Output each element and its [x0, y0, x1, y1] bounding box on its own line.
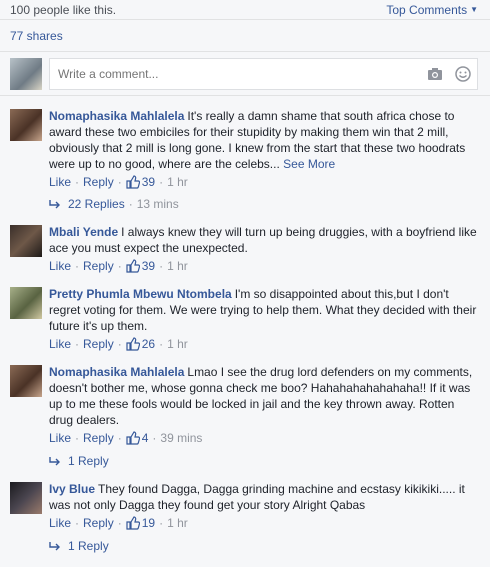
separator: ·: [117, 516, 122, 530]
comment-actions: Like · Reply · 4 · 39 mins: [49, 431, 478, 445]
separator: ·: [75, 516, 80, 530]
comment-actions: Like · Reply · 26 · 1 hr: [49, 337, 478, 351]
like-button[interactable]: Like: [49, 175, 71, 189]
emoji-icon[interactable]: [455, 65, 471, 82]
replies-count: 22 Replies: [68, 197, 125, 211]
reply-button[interactable]: Reply: [83, 259, 114, 273]
thumbs-up-icon: [126, 516, 140, 530]
separator: ·: [117, 431, 122, 445]
comment-item: Pretty Phumla Mbewu Ntombela I'm so disap…: [0, 286, 490, 351]
thumbs-up-icon: [126, 175, 140, 189]
see-more-link[interactable]: See More: [283, 157, 335, 171]
like-count[interactable]: 4: [126, 431, 149, 445]
reply-button[interactable]: Reply: [83, 175, 114, 189]
comment-time[interactable]: 39 mins: [160, 431, 202, 445]
comment-text: They found Dagga, Dagga grinding machine…: [49, 482, 465, 512]
separator: ·: [159, 337, 164, 351]
commenter-avatar[interactable]: [10, 225, 42, 257]
comment-item: Mbali Yende I always knew they will turn …: [0, 224, 490, 273]
replies-count: 1 Reply: [68, 539, 109, 553]
current-user-avatar: [10, 57, 42, 90]
reply-arrow-icon: [49, 542, 60, 551]
comment-text-block: Nomaphasika Mahlalela Lmao I see the drug…: [49, 364, 478, 428]
top-comments-label: Top Comments: [386, 2, 468, 17]
separator: ·: [75, 431, 80, 445]
separator: ·: [152, 431, 157, 445]
comment-text-block: Nomaphasika Mahlalela It's really a damn …: [49, 108, 478, 172]
like-button[interactable]: Like: [49, 259, 71, 273]
caret-down-icon: ▼: [470, 5, 478, 14]
comment-actions: Like · Reply · 39 · 1 hr: [49, 175, 478, 189]
comment-composer: [0, 52, 490, 96]
reply-button[interactable]: Reply: [83, 431, 114, 445]
separator: ·: [75, 175, 80, 189]
thumbs-up-icon: [126, 431, 140, 445]
comment-text-block: Pretty Phumla Mbewu Ntombela I'm so disap…: [49, 286, 478, 334]
like-count[interactable]: 39: [126, 259, 155, 273]
like-count[interactable]: 26: [126, 337, 155, 351]
comment-time[interactable]: 1 hr: [167, 175, 188, 189]
reply-button[interactable]: Reply: [83, 516, 114, 530]
comment-actions: Like · Reply · 39 · 1 hr: [49, 259, 478, 273]
separator: ·: [159, 259, 164, 273]
comment-item: Ivy Blue They found Dagga, Dagga grinding…: [0, 481, 490, 553]
reply-arrow-icon: [49, 200, 60, 209]
like-button[interactable]: Like: [49, 431, 71, 445]
comment-box[interactable]: [49, 57, 478, 90]
like-button[interactable]: Like: [49, 337, 71, 351]
separator: ·: [128, 197, 133, 211]
likes-bar: 100 people like this. Top Comments ▼: [0, 0, 490, 20]
reply-button[interactable]: Reply: [83, 337, 114, 351]
like-count[interactable]: 39: [126, 175, 155, 189]
like-count-value: 19: [141, 516, 156, 530]
comment-item: Nomaphasika Mahlalela Lmao I see the drug…: [0, 364, 490, 468]
thumbs-up-icon: [126, 259, 140, 273]
comment-text-block: Mbali Yende I always knew they will turn …: [49, 224, 478, 256]
comment-text-block: Ivy Blue They found Dagga, Dagga grinding…: [49, 481, 478, 513]
separator: ·: [117, 175, 122, 189]
comment-author[interactable]: Nomaphasika Mahlalela: [49, 365, 184, 379]
commenter-avatar[interactable]: [10, 365, 42, 397]
likes-count-link[interactable]: 100 people like this.: [10, 3, 116, 17]
like-button[interactable]: Like: [49, 516, 71, 530]
separator: ·: [159, 175, 164, 189]
shares-link[interactable]: 77 shares: [10, 29, 63, 43]
comment-author[interactable]: Nomaphasika Mahlalela: [49, 109, 184, 123]
top-comments-dropdown[interactable]: Top Comments ▼: [386, 3, 478, 17]
like-count-value: 39: [141, 259, 156, 273]
comment-author[interactable]: Ivy Blue: [49, 482, 95, 496]
separator: ·: [117, 337, 122, 351]
replies-count: 1 Reply: [68, 454, 109, 468]
separator: ·: [75, 337, 80, 351]
comment-author[interactable]: Mbali Yende: [49, 225, 118, 239]
like-count[interactable]: 19: [126, 516, 155, 530]
view-replies-link[interactable]: 1 Reply: [49, 539, 478, 553]
separator: ·: [117, 259, 122, 273]
commenter-avatar[interactable]: [10, 482, 42, 514]
replies-time: 13 mins: [136, 197, 179, 211]
commenter-avatar[interactable]: [10, 109, 42, 141]
comment-time[interactable]: 1 hr: [167, 259, 188, 273]
comment-time[interactable]: 1 hr: [167, 516, 188, 530]
like-count-value: 39: [141, 175, 156, 189]
like-count-value: 26: [141, 337, 156, 351]
thumbs-up-icon: [126, 337, 140, 351]
comment-author[interactable]: Pretty Phumla Mbewu Ntombela: [49, 287, 232, 301]
separator: ·: [75, 259, 80, 273]
separator: ·: [159, 516, 164, 530]
like-count-value: 4: [141, 431, 149, 445]
reply-arrow-icon: [49, 457, 60, 466]
view-replies-link[interactable]: 1 Reply: [49, 454, 478, 468]
commenter-avatar[interactable]: [10, 287, 42, 319]
comment-input[interactable]: [58, 66, 427, 81]
comment-item: Nomaphasika Mahlalela It's really a damn …: [0, 108, 490, 211]
shares-row: 77 shares: [0, 20, 490, 52]
view-replies-link[interactable]: 22 Replies · 13 mins: [49, 197, 478, 211]
comment-actions: Like · Reply · 19 · 1 hr: [49, 516, 478, 530]
camera-icon[interactable]: [427, 66, 443, 82]
comment-time[interactable]: 1 hr: [167, 337, 188, 351]
